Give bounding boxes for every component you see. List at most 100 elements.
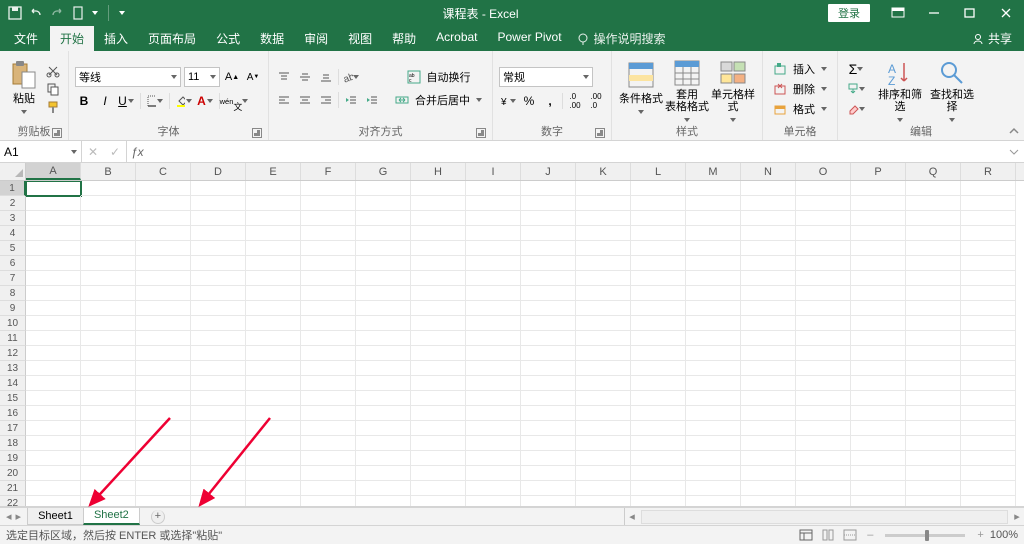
cell[interactable] (906, 451, 961, 466)
new-sheet-button[interactable]: + (151, 510, 165, 524)
cell[interactable] (796, 451, 851, 466)
cell[interactable] (906, 271, 961, 286)
ribbon-options-icon[interactable] (880, 0, 916, 26)
cell[interactable] (686, 406, 741, 421)
cell[interactable] (26, 316, 81, 331)
cell[interactable] (906, 316, 961, 331)
cell[interactable] (631, 361, 686, 376)
cell[interactable] (961, 391, 1016, 406)
cell[interactable] (356, 496, 411, 506)
cell[interactable] (81, 196, 136, 211)
cell[interactable] (851, 346, 906, 361)
row-header[interactable]: 12 (0, 346, 26, 361)
undo-icon[interactable] (29, 6, 43, 20)
cell[interactable] (576, 211, 631, 226)
comma-button[interactable]: , (541, 92, 559, 110)
share-button[interactable]: 共享 (964, 30, 1024, 51)
cell[interactable] (191, 451, 246, 466)
cell[interactable] (576, 376, 631, 391)
cell[interactable] (246, 196, 301, 211)
cell[interactable] (796, 481, 851, 496)
cell[interactable] (26, 406, 81, 421)
fx-icon[interactable]: ƒx (127, 141, 148, 162)
col-header[interactable]: P (851, 163, 906, 180)
decrease-decimal-button[interactable]: .00.0 (587, 92, 605, 110)
cell[interactable] (741, 196, 796, 211)
cell[interactable] (906, 256, 961, 271)
cell[interactable] (631, 391, 686, 406)
col-header[interactable]: A (26, 163, 81, 180)
cell[interactable] (411, 331, 466, 346)
cell[interactable] (906, 211, 961, 226)
col-header[interactable]: F (301, 163, 356, 180)
cell[interactable] (686, 376, 741, 391)
cell[interactable] (26, 421, 81, 436)
cell[interactable] (356, 361, 411, 376)
cell[interactable] (81, 481, 136, 496)
cell[interactable] (26, 436, 81, 451)
cell[interactable] (576, 451, 631, 466)
cell[interactable] (576, 271, 631, 286)
select-all-corner[interactable] (0, 163, 26, 180)
cell[interactable] (741, 181, 796, 196)
cell[interactable] (136, 301, 191, 316)
cell[interactable] (961, 256, 1016, 271)
cell[interactable] (81, 421, 136, 436)
cell[interactable] (136, 406, 191, 421)
cell[interactable] (26, 466, 81, 481)
cell[interactable] (686, 271, 741, 286)
cell[interactable] (246, 391, 301, 406)
cell[interactable] (246, 241, 301, 256)
cell[interactable] (631, 436, 686, 451)
cell[interactable] (246, 301, 301, 316)
normal-view-button[interactable] (795, 528, 817, 543)
row-header[interactable]: 10 (0, 316, 26, 331)
cell[interactable] (411, 481, 466, 496)
row-header[interactable]: 22 (0, 496, 26, 506)
row-header[interactable]: 11 (0, 331, 26, 346)
cell[interactable] (851, 421, 906, 436)
cell[interactable] (356, 196, 411, 211)
cell[interactable] (136, 496, 191, 506)
cell[interactable] (411, 496, 466, 506)
cell[interactable] (741, 271, 796, 286)
cell[interactable] (191, 181, 246, 196)
col-header[interactable]: R (961, 163, 1016, 180)
tab-视图[interactable]: 视图 (338, 26, 382, 51)
cell[interactable] (521, 256, 576, 271)
cell[interactable] (906, 496, 961, 506)
sheet-tab-Sheet2[interactable]: Sheet2 (83, 508, 140, 525)
zoom-level[interactable]: 100% (990, 529, 1018, 541)
cell[interactable] (301, 331, 356, 346)
cell[interactable] (906, 406, 961, 421)
cell[interactable] (301, 496, 356, 506)
cell[interactable] (246, 421, 301, 436)
paste-button[interactable]: 粘贴 (6, 56, 42, 122)
row-header[interactable]: 4 (0, 226, 26, 241)
cell[interactable] (81, 361, 136, 376)
cell[interactable] (741, 451, 796, 466)
cell[interactable] (631, 451, 686, 466)
cell[interactable] (136, 241, 191, 256)
cell[interactable] (81, 316, 136, 331)
tab-Acrobat[interactable]: Acrobat (426, 26, 487, 51)
cell[interactable] (521, 241, 576, 256)
cell[interactable] (191, 256, 246, 271)
cell[interactable] (961, 496, 1016, 506)
increase-indent-button[interactable] (363, 91, 381, 109)
cell[interactable] (741, 331, 796, 346)
cell[interactable] (796, 421, 851, 436)
cell[interactable] (741, 256, 796, 271)
cell[interactable] (246, 286, 301, 301)
cell[interactable] (906, 481, 961, 496)
col-header[interactable]: J (521, 163, 576, 180)
italic-button[interactable]: I (96, 92, 114, 110)
cell[interactable] (301, 286, 356, 301)
cell[interactable] (576, 361, 631, 376)
cell[interactable] (301, 481, 356, 496)
cell[interactable] (466, 241, 521, 256)
cell[interactable] (356, 421, 411, 436)
col-header[interactable]: O (796, 163, 851, 180)
name-box-chevron-icon[interactable] (71, 150, 77, 154)
cell[interactable] (301, 436, 356, 451)
